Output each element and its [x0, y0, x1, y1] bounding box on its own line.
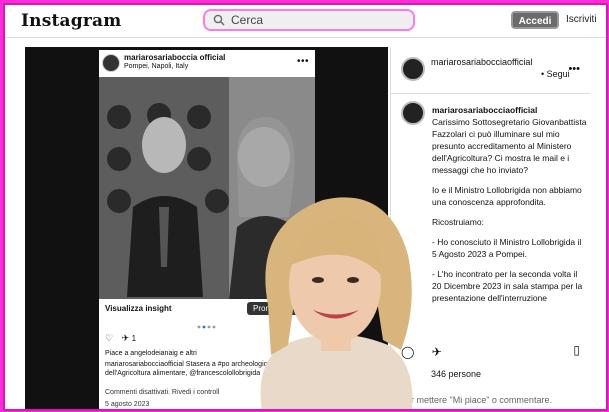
post-actions: ♡ ✈ 1 — [105, 333, 136, 344]
comment-paragraph: - L'ho incontrato per la seconda volta i… — [432, 269, 583, 303]
comment-body: mariarosariabocciaofficial Carissimo Sot… — [432, 104, 588, 312]
comments-disabled-text: Commenti disattivati. Rivedi i controll — [105, 389, 220, 396]
top-bar: Instagram Cerca Accedi Iscriviti — [5, 5, 606, 38]
panel-account-name[interactable]: mariarosariabocciaofficial — [431, 57, 535, 68]
comment-author[interactable]: mariarosariabocciaofficial — [432, 104, 588, 116]
avatar[interactable] — [401, 101, 425, 125]
browser-frame: Instagram Cerca Accedi Iscriviti mariaro… — [3, 3, 608, 411]
comment-icon[interactable]: ✈ — [122, 333, 130, 343]
likes-text[interactable]: Piace a angelodeianaig e altri — [105, 350, 197, 357]
signup-link[interactable]: Iscriviti — [566, 14, 597, 25]
avatar[interactable] — [102, 54, 120, 72]
login-button[interactable]: Accedi — [511, 11, 559, 29]
comment-count: 1 — [131, 334, 137, 343]
search-bar[interactable]: Cerca — [203, 9, 415, 31]
comment-paragraph: - Ho conosciuto il Ministro Lollobrigida… — [432, 237, 582, 259]
post-date: 5 agosto 2023 — [105, 401, 150, 408]
follow-button[interactable]: • Segui — [541, 69, 570, 79]
avatar[interactable] — [401, 57, 425, 81]
post-account-name[interactable]: mariarosariaboccia official — [124, 53, 225, 62]
post-header: mariarosariaboccia official Pompei, Napo… — [99, 50, 315, 76]
instagram-logo[interactable]: Instagram — [21, 11, 121, 31]
bookmark-icon[interactable]: ▯ — [573, 343, 580, 357]
more-options-icon[interactable]: ••• — [297, 56, 309, 67]
comment-paragraph: Io e il Ministro Lollobrigida non abbiam… — [432, 185, 582, 207]
post-location[interactable]: Pompei, Napoli, Italy — [124, 63, 188, 70]
search-input[interactable]: Cerca — [231, 13, 263, 27]
search-icon — [213, 14, 225, 26]
heart-icon[interactable]: ♡ — [105, 333, 113, 343]
panel-header: mariarosariabocciaofficial • Segui ••• — [391, 47, 590, 94]
comment-paragraph: Carissimo Sottosegretario Giovanbattista… — [432, 117, 587, 175]
view-insights-link[interactable]: Visualizza insight — [105, 304, 172, 313]
overlay-portrait — [213, 165, 453, 409]
comment-paragraph: Ricostruiamo: — [432, 217, 484, 227]
more-options-icon[interactable]: ••• — [568, 63, 580, 75]
